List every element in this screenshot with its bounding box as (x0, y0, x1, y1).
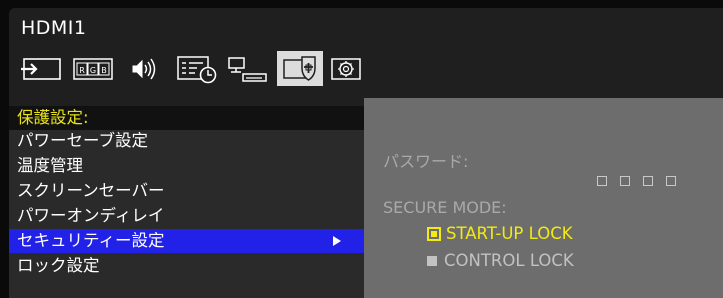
protect-icon[interactable] (277, 51, 323, 86)
password-field[interactable] (597, 176, 676, 186)
control-lock-label: CONTROL LOCK (444, 251, 574, 270)
menu-item-temperature[interactable]: 温度管理 (9, 154, 364, 178)
svg-text:G: G (89, 66, 95, 75)
security-settings-panel: パスワード: SECURE MODE: START-UP LOCK CONTRO… (364, 98, 723, 298)
input-source-title: HDMI1 (21, 17, 87, 39)
selected-checkbox-icon (427, 226, 441, 241)
password-digit-box (643, 176, 653, 186)
password-label: パスワード: (383, 152, 469, 171)
svg-text:R: R (79, 66, 85, 75)
password-digit-box (597, 176, 607, 186)
menu-title: 保護設定: (17, 108, 89, 127)
secure-mode-label: SECURE MODE: (383, 198, 507, 217)
menu-item-power-save[interactable]: パワーセーブ設定 (9, 129, 364, 153)
control-lock-option[interactable]: CONTROL LOCK (427, 251, 574, 270)
osd-header: HDMI1 R G B (9, 8, 723, 101)
audio-icon[interactable] (122, 51, 168, 86)
submenu-arrow-icon (333, 236, 341, 246)
start-up-lock-label: START-UP LOCK (446, 224, 573, 243)
unselected-checkbox-icon (427, 255, 437, 266)
password-digit-box (666, 176, 676, 186)
rgb-picture-icon[interactable]: R G B (69, 51, 116, 86)
menu-item-lock[interactable]: ロック設定 (9, 254, 364, 278)
input-icon[interactable] (18, 51, 66, 86)
svg-text:B: B (101, 66, 107, 75)
password-digit-box (620, 176, 630, 186)
advanced-icon[interactable] (327, 51, 365, 86)
menu-item-security[interactable]: セキュリティー設定 (9, 229, 365, 253)
menu-item-power-on-delay[interactable]: パワーオンディレイ (9, 204, 364, 228)
schedule-icon[interactable] (173, 51, 221, 86)
start-up-lock-option[interactable]: START-UP LOCK (427, 224, 573, 243)
pip-icon[interactable] (224, 51, 272, 86)
menu-item-security-label: セキュリティー設定 (17, 231, 165, 250)
osd-window: HDMI1 R G B 保護設定: パワーセーブ設定 温度管理 スクリーンセーバ… (9, 8, 723, 298)
submenu-list: 保護設定: パワーセーブ設定 温度管理 スクリーンセーバー パワーオンディレイ … (9, 106, 365, 298)
menu-item-screen-saver[interactable]: スクリーンセーバー (9, 179, 364, 203)
